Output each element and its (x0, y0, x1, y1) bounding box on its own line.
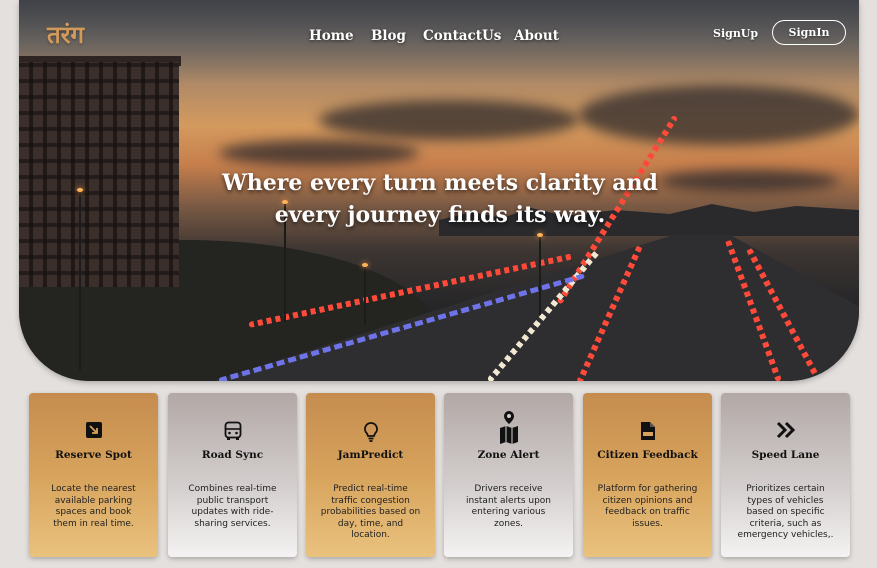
nav-blog-link[interactable]: Blog (371, 28, 406, 44)
nav-home-link[interactable]: Home (309, 28, 354, 44)
feature-title: Zone Alert (477, 449, 540, 461)
bus-icon (168, 421, 297, 443)
street-lamp (537, 233, 543, 315)
feature-description: Combines real-time public transport upda… (188, 484, 277, 529)
feature-description: Predict real-time traffic congestion pro… (320, 484, 421, 540)
hero-tagline-line2: every journey finds its way. (274, 202, 606, 228)
feature-card-zone-alert[interactable]: Zone Alert Drivers receive instant alert… (444, 393, 573, 557)
signin-button[interactable]: SignIn (772, 20, 846, 45)
feature-title: Reserve Spot (55, 449, 132, 461)
street-lamp (362, 263, 368, 325)
nav-about-link[interactable]: About (514, 28, 559, 44)
feature-card-road-sync[interactable]: Road Sync Combines real-time public tran… (168, 393, 297, 557)
document-icon (583, 421, 712, 443)
feature-title: JamPredict (337, 449, 404, 461)
feature-card-speed-lane[interactable]: Speed Lane Prioritizes certain types of … (721, 393, 850, 557)
cloud (579, 85, 859, 145)
feature-description: Platform for gathering citizen opinions … (597, 484, 698, 529)
feature-title: Citizen Feedback (597, 449, 698, 461)
feature-card-citizen-feedback[interactable]: Citizen Feedback Platform for gathering … (583, 393, 712, 557)
feature-card-reserve-spot[interactable]: Reserve Spot Locate the nearest availabl… (29, 393, 158, 557)
nav-contactus-link[interactable]: ContactUs (423, 28, 501, 44)
apartment-building (19, 62, 179, 287)
signup-link[interactable]: SignUp (713, 27, 758, 40)
feature-description: Locate the nearest available parking spa… (51, 484, 136, 529)
feature-title: Speed Lane (751, 449, 820, 461)
cloud (319, 100, 579, 140)
lightbulb-icon (306, 421, 435, 443)
map-pin-icon (444, 410, 573, 444)
feature-description: Drivers receive instant alerts upon ente… (466, 484, 551, 529)
feature-description: Prioritizes certain types of vehicles ba… (737, 484, 834, 540)
feature-title: Road Sync (201, 449, 264, 461)
feature-card-jampredict[interactable]: JamPredict Predict real-time traffic con… (306, 393, 435, 557)
cloud (219, 140, 419, 166)
hero-tagline-line1: Where every turn meets clarity and (222, 170, 658, 196)
brand-logo[interactable]: तरंग (47, 18, 84, 51)
hero-tagline: Where every turn meets clarity and every… (200, 167, 680, 231)
cloud (659, 170, 839, 192)
reserve-square-icon (29, 421, 158, 443)
street-lamp (77, 188, 83, 370)
double-chevron-right-icon (721, 421, 850, 443)
